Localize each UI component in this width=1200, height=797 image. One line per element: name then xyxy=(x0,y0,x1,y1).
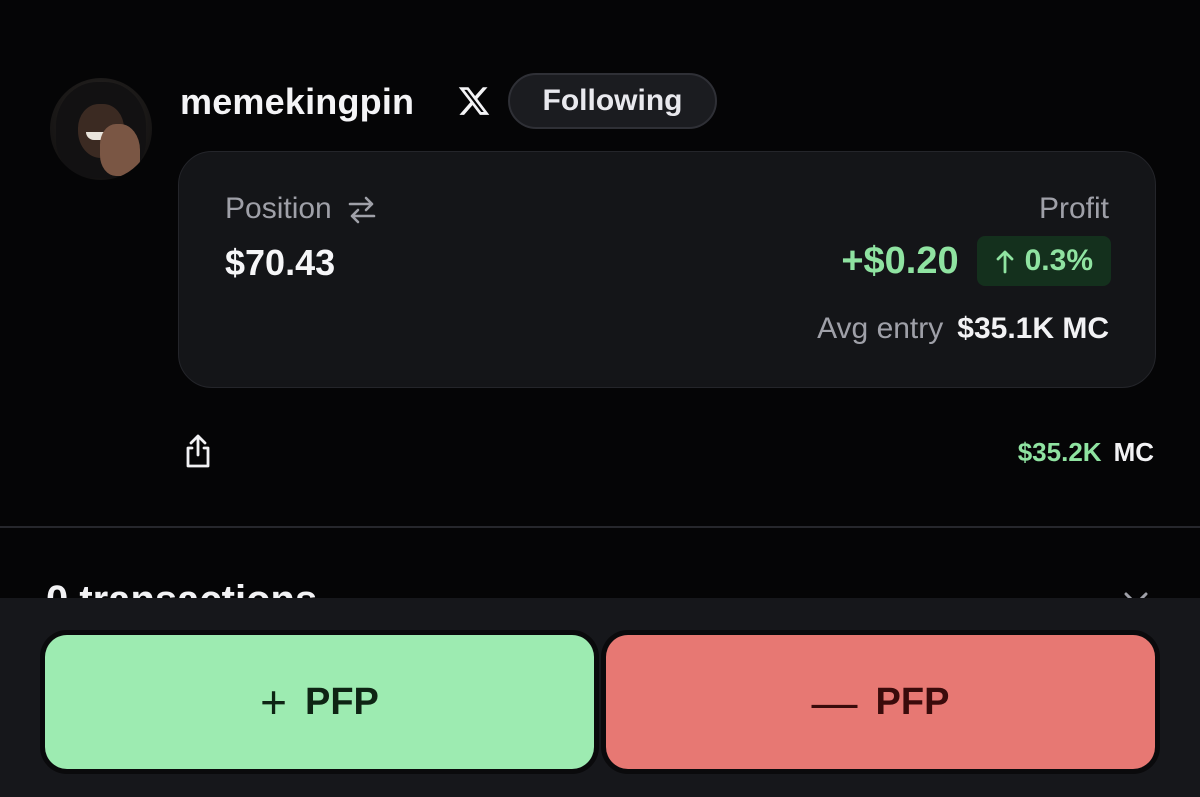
avatar-hand xyxy=(100,124,140,176)
market-cap: $35.2K MC xyxy=(1018,437,1154,468)
avg-entry-value: $35.1K MC xyxy=(957,312,1109,345)
swap-icon[interactable] xyxy=(346,194,378,224)
token-position-screen: memekingpin Following Position $70.43 Pr… xyxy=(0,0,1200,797)
profit-label: Profit xyxy=(1038,192,1109,225)
position-card: Position $70.43 Profit +$0.20 0.3% Avg e… xyxy=(178,151,1156,388)
buy-button[interactable]: + PFP xyxy=(45,635,594,769)
profit-percent: 0.3% xyxy=(1024,244,1093,277)
minus-icon: — xyxy=(811,676,858,728)
profit-value: +$0.20 xyxy=(841,239,959,282)
market-cap-unit: MC xyxy=(1113,437,1154,467)
buy-label: PFP xyxy=(304,680,379,723)
avg-entry-row: Avg entry $35.1K MC xyxy=(817,312,1109,346)
position-label: Position xyxy=(225,192,332,225)
trade-action-bar: + PFP — PFP xyxy=(0,598,1200,797)
x-logo-icon[interactable] xyxy=(456,84,492,118)
arrow-up-icon xyxy=(996,250,1014,274)
profit-percent-badge: 0.3% xyxy=(976,236,1111,286)
sell-button[interactable]: — PFP xyxy=(606,635,1155,769)
avg-entry-label: Avg entry xyxy=(817,312,944,345)
chevron-down-icon[interactable] xyxy=(1122,590,1150,598)
position-label-row[interactable]: Position xyxy=(225,192,378,226)
username[interactable]: memekingpin xyxy=(180,80,414,124)
share-icon[interactable] xyxy=(182,433,214,469)
plus-icon: + xyxy=(260,676,287,728)
transactions-section: 0 transactions xyxy=(0,528,1200,598)
sell-label: PFP xyxy=(875,680,950,723)
following-button[interactable]: Following xyxy=(508,73,717,129)
position-value: $70.43 xyxy=(225,242,336,283)
transactions-heading[interactable]: 0 transactions xyxy=(46,578,317,598)
market-cap-value: $35.2K xyxy=(1017,437,1102,467)
avatar[interactable] xyxy=(50,78,152,180)
profit-row: +$0.20 0.3% xyxy=(841,236,1111,286)
